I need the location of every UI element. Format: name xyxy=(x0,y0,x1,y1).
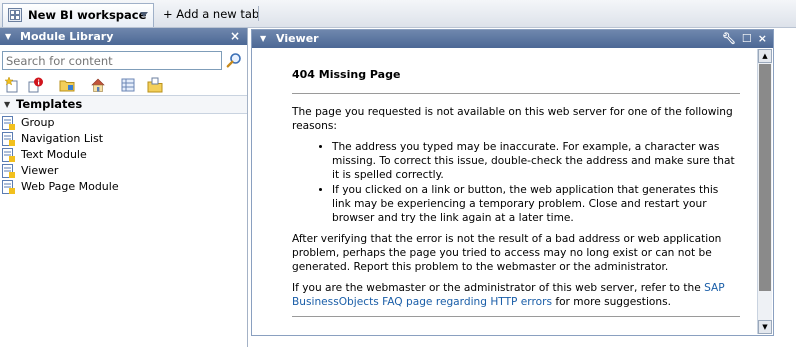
module-template-icon xyxy=(2,116,15,130)
tab-divider xyxy=(258,6,259,21)
public-folders-icon[interactable] xyxy=(59,77,75,93)
module-template-icon xyxy=(2,148,15,162)
template-item-label: Group xyxy=(21,116,55,129)
templates-list: Group Navigation List Text Module Viewer… xyxy=(0,115,247,195)
search-input[interactable] xyxy=(2,51,222,70)
viewer-content: 404 Missing Page The page you requested … xyxy=(292,68,740,328)
reason-item: The address you typed may be inaccurate.… xyxy=(332,140,740,182)
after-text: After verifying that the error is not th… xyxy=(292,233,722,273)
admin-text-prefix: If you are the webmaster or the administ… xyxy=(292,282,705,294)
viewer-title: Viewer xyxy=(276,32,319,45)
template-item-label: Viewer xyxy=(21,164,59,177)
module-template-icon xyxy=(2,132,15,146)
close-icon[interactable]: × xyxy=(230,28,240,45)
intro-text: The page you requested is not available … xyxy=(292,106,733,132)
info-document-icon[interactable] xyxy=(28,77,44,93)
template-item-web-page-module[interactable]: Web Page Module xyxy=(0,179,247,195)
module-library-panel: ▼ Module Library × Search for content ▼ … xyxy=(0,28,248,347)
tab-label: New BI workspace xyxy=(28,8,147,22)
templates-header-label: Templates xyxy=(16,97,83,111)
template-item-navigation-list[interactable]: Navigation List xyxy=(0,131,247,147)
page-title: 404 Missing Page xyxy=(292,68,401,81)
divider xyxy=(292,93,740,94)
module-library-title: Module Library xyxy=(20,30,114,43)
admin-text-suffix: for more suggestions. xyxy=(551,296,671,308)
template-item-viewer[interactable]: Viewer xyxy=(0,163,247,179)
chevron-down-icon[interactable] xyxy=(139,9,149,19)
scroll-up-button[interactable]: ▲ xyxy=(758,49,772,63)
workspace-grid-icon xyxy=(8,8,22,22)
scroll-down-button[interactable]: ▼ xyxy=(758,320,772,334)
module-template-icon xyxy=(2,180,15,194)
wrench-icon[interactable]: 🔧︎ xyxy=(722,32,736,45)
vertical-scrollbar[interactable]: ▲ ▼ xyxy=(757,49,772,334)
collapse-triangle-icon[interactable]: ▼ xyxy=(5,28,11,45)
module-template-icon xyxy=(2,164,15,178)
workspace-tab-bar: New BI workspace + Add a new tab xyxy=(0,0,796,28)
my-documents-home-icon[interactable] xyxy=(90,77,106,93)
template-item-label: Navigation List xyxy=(21,132,104,145)
tab-new-bi-workspace[interactable]: New BI workspace xyxy=(2,3,154,27)
collapse-triangle-icon[interactable]: ▼ xyxy=(260,30,266,48)
search-icon[interactable] xyxy=(226,52,242,68)
close-icon[interactable]: × xyxy=(758,32,767,45)
library-toolbar xyxy=(0,75,247,95)
admin-text: If you are the webmaster or the administ… xyxy=(292,281,740,309)
template-item-label: Web Page Module xyxy=(21,180,119,193)
collapse-triangle-icon[interactable]: ▼ xyxy=(4,96,10,113)
module-library-title-bar: ▼ Module Library × xyxy=(0,28,247,45)
categories-icon[interactable] xyxy=(120,77,136,93)
viewer-panel: ▼ Viewer 🔧︎ ☐ × 404 Missing Page The page … xyxy=(251,29,774,336)
templates-section-header[interactable]: ▼ Templates xyxy=(0,95,247,114)
scroll-thumb[interactable] xyxy=(759,64,771,291)
reason-list: The address you typed may be inaccurate.… xyxy=(292,140,740,225)
template-item-label: Text Module xyxy=(21,148,87,161)
inbox-folder-icon[interactable] xyxy=(147,77,163,93)
template-item-group[interactable]: Group xyxy=(0,115,247,131)
templates-sparkle-icon[interactable] xyxy=(4,77,20,93)
divider xyxy=(292,316,740,317)
viewer-title-bar: ▼ Viewer 🔧︎ ☐ × xyxy=(252,30,773,48)
template-item-text-module[interactable]: Text Module xyxy=(0,147,247,163)
add-new-tab-link[interactable]: + Add a new tab xyxy=(163,7,259,21)
maximize-icon[interactable]: ☐ xyxy=(742,32,752,45)
reason-item: If you clicked on a link or button, the … xyxy=(332,183,740,225)
search-row xyxy=(0,50,247,72)
